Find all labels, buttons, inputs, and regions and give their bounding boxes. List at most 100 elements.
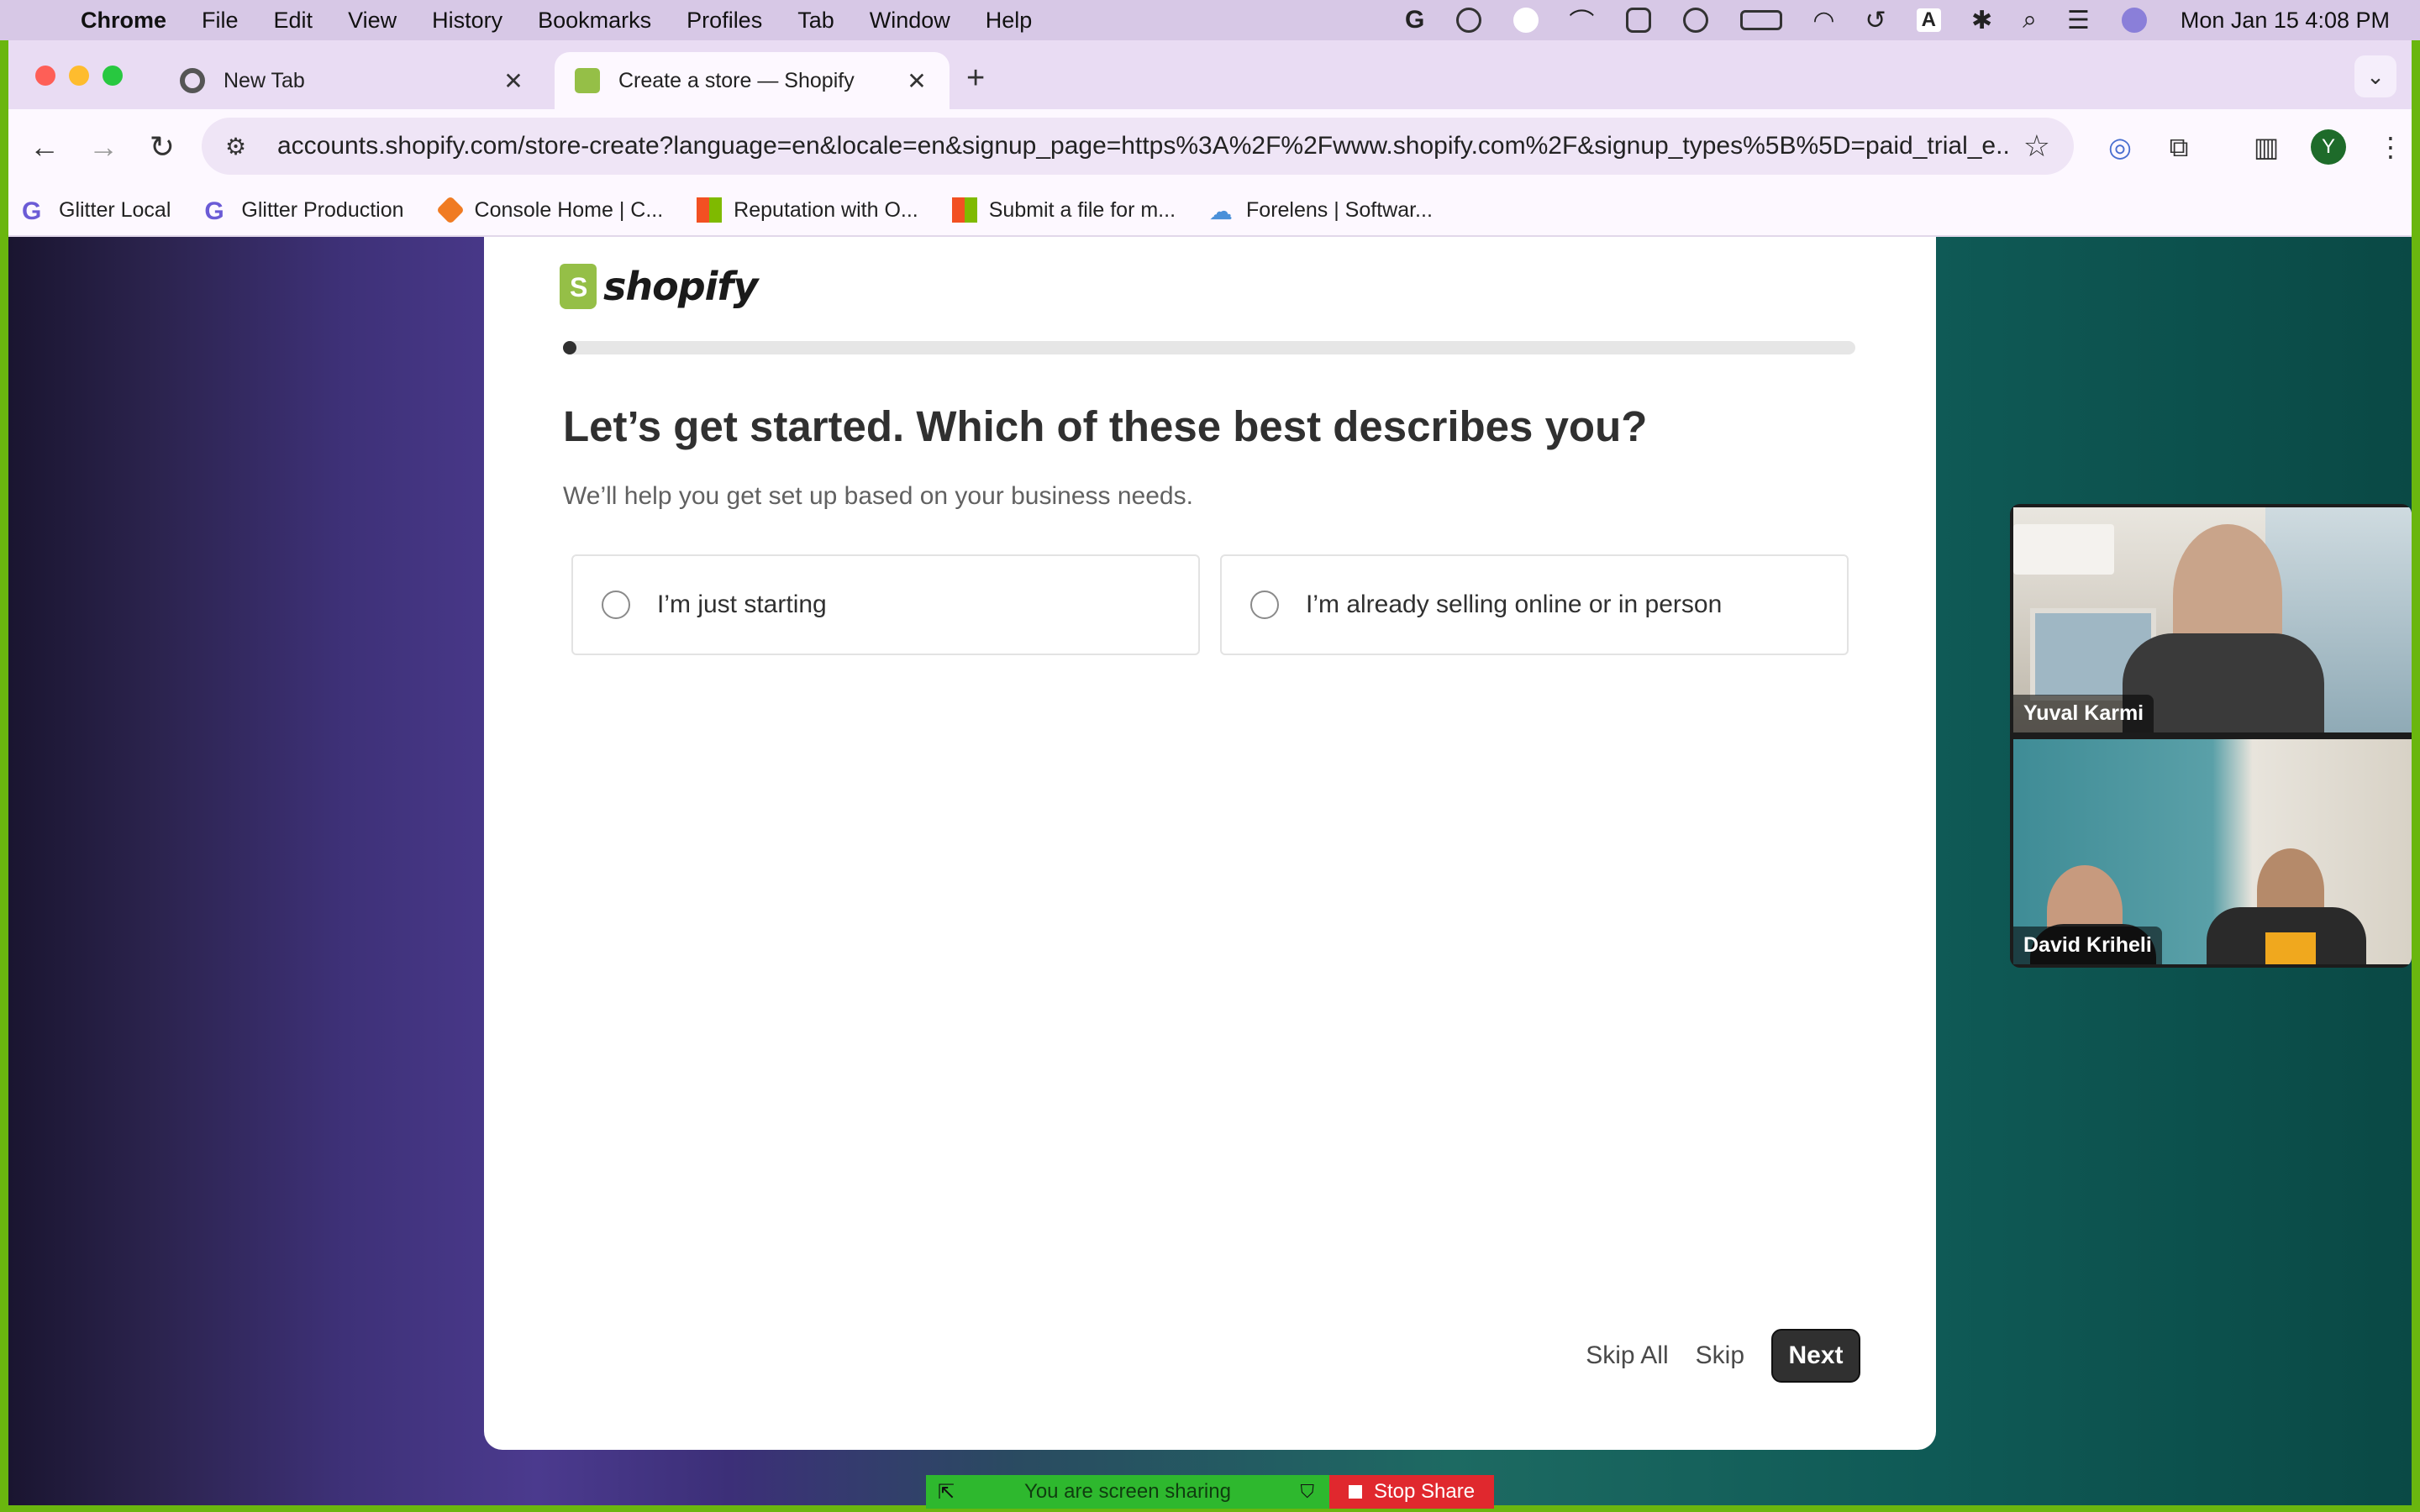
tab-strip: New Tab ✕ Create a store — Shopify ✕ + ⌄	[8, 40, 2412, 109]
next-button[interactable]: Next	[1771, 1329, 1860, 1383]
shopify-icon	[575, 68, 600, 93]
grammarly-icon[interactable]: G	[1405, 6, 1424, 34]
bookmark-label: Glitter Local	[59, 197, 171, 222]
time-machine-icon[interactable]: ↺	[1865, 6, 1886, 35]
participant-video	[2265, 932, 2316, 964]
menu-bar: Chrome File Edit View History Bookmarks …	[0, 0, 2420, 40]
menu-history[interactable]: History	[432, 8, 502, 34]
shield-icon: ⛉	[1300, 1481, 1314, 1502]
stop-share-label: Stop Share	[1373, 1480, 1476, 1503]
bookmark-submit-file[interactable]: Submit a file for m...	[951, 197, 1176, 223]
cube-icon	[435, 196, 465, 224]
app-status-icon[interactable]	[1626, 8, 1652, 33]
desktop: Chrome File Edit View History Bookmarks …	[0, 0, 2420, 1512]
video-tile[interactable]: Yuval Karmi	[2013, 507, 2412, 732]
glitter-icon: G	[22, 197, 42, 225]
close-tab-icon[interactable]: ✕	[501, 67, 526, 95]
page-title: Let’s get started. Which of these best d…	[563, 402, 1648, 450]
url-text[interactable]: accounts.shopify.com/store-create?langua…	[277, 132, 2010, 160]
side-panel-icon[interactable]: ▥	[2247, 128, 2286, 166]
skip-button[interactable]: Skip	[1696, 1341, 1744, 1370]
menu-tab[interactable]: Tab	[797, 8, 834, 34]
bookmark-glitter-production[interactable]: G Glitter Production	[204, 197, 403, 225]
video-tile[interactable]: David Kriheli	[2013, 739, 2412, 964]
progress-fill	[563, 341, 576, 354]
bookmark-glitter-local[interactable]: G Glitter Local	[22, 197, 171, 225]
password-manager-icon[interactable]: ◎	[2101, 128, 2139, 166]
option-label: I’m already selling online or in person	[1306, 591, 1723, 618]
drag-handle-icon[interactable]: ⇱	[938, 1480, 955, 1504]
close-tab-icon[interactable]: ✕	[904, 67, 929, 95]
bookmark-console-home[interactable]: Console Home | C...	[435, 196, 663, 224]
stop-icon	[1348, 1485, 1362, 1499]
menu-view[interactable]: View	[348, 8, 397, 34]
bookmark-label: Reputation with O...	[734, 197, 918, 222]
forward-arrow-icon[interactable]: →	[84, 128, 123, 166]
tab-new-tab[interactable]: New Tab ✕	[160, 52, 546, 109]
input-source-icon[interactable]: A	[1916, 8, 1941, 32]
video-call-panel[interactable]: Yuval Karmi David Kriheli	[2010, 504, 2412, 968]
option-just-starting[interactable]: I’m just starting	[571, 554, 1200, 655]
tab-create-store[interactable]: Create a store — Shopify ✕	[555, 52, 950, 109]
minimize-window-button[interactable]	[69, 66, 89, 86]
participant-name: David Kriheli	[2013, 927, 2162, 964]
signup-card: shopify Let’s get started. Which of thes…	[484, 237, 1936, 1450]
arc-icon[interactable]: ⌒	[1569, 2, 1594, 39]
menu-app-name[interactable]: Chrome	[81, 8, 166, 34]
reload-icon[interactable]: ↻	[143, 128, 182, 166]
bookmark-reputation[interactable]: Reputation with O...	[697, 197, 918, 223]
vpn-icon[interactable]	[1456, 8, 1482, 33]
battery-icon[interactable]	[1740, 10, 1783, 30]
stop-share-button[interactable]: Stop Share	[1329, 1475, 1494, 1509]
window-frame	[2013, 524, 2114, 575]
screen-share-bar: ⇱ You are screen sharing ⛉ Stop Share	[926, 1475, 1494, 1509]
spotlight-search-icon[interactable]: ⌕	[2023, 6, 2037, 34]
profile-avatar[interactable]: Y	[2311, 129, 2346, 165]
sharing-status-text: You are screen sharing	[1024, 1480, 1231, 1503]
page-subtitle: We’ll help you get set up based on your …	[563, 482, 1193, 510]
close-window-button[interactable]	[35, 66, 55, 86]
sharing-status[interactable]: ⇱ You are screen sharing ⛉	[926, 1475, 1329, 1509]
microsoft-icon	[697, 197, 723, 223]
extensions-puzzle-icon[interactable]: ⧉	[2160, 128, 2198, 166]
menu-edit[interactable]: Edit	[274, 8, 313, 34]
bookmark-star-icon[interactable]: ☆	[2023, 129, 2050, 164]
record-icon[interactable]	[1513, 8, 1539, 33]
more-menu-icon[interactable]: ⋮	[2371, 128, 2410, 166]
glitter-icon: G	[204, 197, 224, 225]
chrome-icon	[180, 68, 205, 93]
radio-button[interactable]	[1250, 591, 1279, 619]
menu-window[interactable]: Window	[870, 8, 950, 34]
menu-bookmarks[interactable]: Bookmarks	[538, 8, 651, 34]
shopify-bag-icon	[560, 264, 597, 309]
back-arrow-icon[interactable]: ←	[25, 128, 64, 166]
footer-actions: Skip All Skip Next	[1559, 1329, 1860, 1383]
site-settings-icon[interactable]: ⚙	[225, 133, 250, 160]
new-tab-plus-icon[interactable]: +	[966, 60, 985, 97]
brand-wordmark: shopify	[603, 264, 758, 309]
bookmarks-bar: G Glitter Local G Glitter Production Con…	[8, 185, 2412, 237]
bookmark-label: Submit a file for m...	[988, 197, 1176, 222]
option-label: I’m just starting	[657, 591, 827, 618]
skip-all-button[interactable]: Skip All	[1586, 1341, 1668, 1370]
progress-bar	[563, 341, 1855, 354]
menu-clock[interactable]: Mon Jan 15 4:08 PM	[2181, 8, 2390, 34]
participant-name: Yuval Karmi	[2013, 695, 2154, 732]
bluetooth-icon[interactable]: ✱	[1971, 6, 1992, 35]
control-center-icon[interactable]: ☰	[2067, 6, 2090, 35]
menu-help[interactable]: Help	[986, 8, 1033, 34]
bookmark-label: Forelens | Softwar...	[1246, 197, 1433, 222]
zoom-window-button[interactable]	[103, 66, 123, 86]
menu-file[interactable]: File	[202, 8, 239, 34]
radio-button[interactable]	[602, 591, 630, 619]
bookmark-forelens[interactable]: ☁ Forelens | Softwar...	[1209, 197, 1433, 225]
shopify-logo: shopify	[560, 264, 758, 309]
option-already-selling[interactable]: I’m already selling online or in person	[1220, 554, 1849, 655]
wifi-icon[interactable]: ◠	[1812, 6, 1834, 35]
siri-icon[interactable]	[2121, 8, 2147, 33]
menu-profiles[interactable]: Profiles	[687, 8, 762, 34]
tab-search-chevron-icon[interactable]: ⌄	[2354, 55, 2396, 97]
address-bar[interactable]: ⚙ accounts.shopify.com/store-create?lang…	[202, 118, 2074, 175]
timer-icon[interactable]	[1683, 8, 1709, 33]
tab-label: Create a store — Shopify	[618, 68, 855, 92]
